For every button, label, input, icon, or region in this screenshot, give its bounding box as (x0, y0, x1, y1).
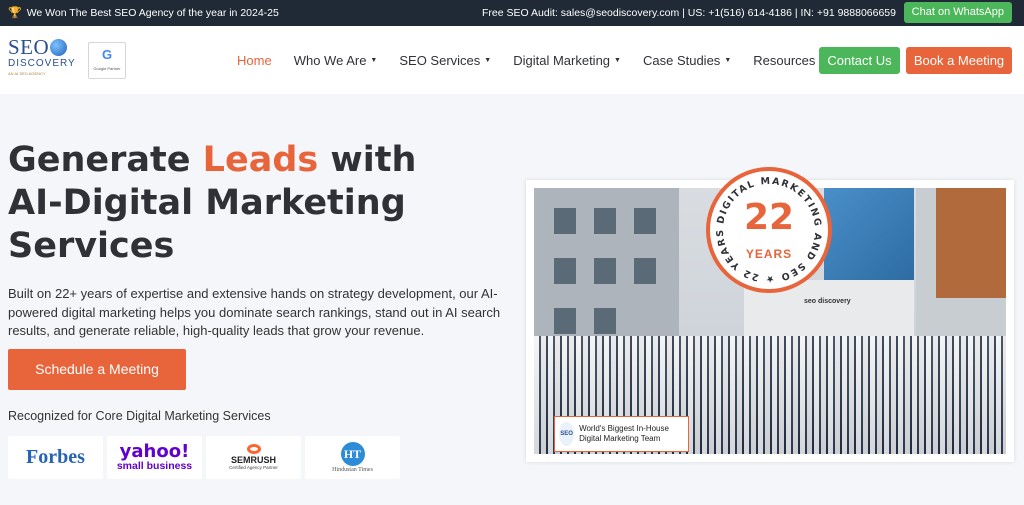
nav-item-who-we-are[interactable]: Who We Are ▼ (294, 53, 378, 68)
book-meeting-button[interactable]: Book a Meeting (906, 47, 1012, 74)
hero-title-accent: Leads (202, 140, 319, 180)
google-icon: G (101, 47, 113, 62)
nav-item-case-studies[interactable]: Case Studies ▼ (643, 53, 731, 68)
google-partner-badge[interactable]: G Google Partner (88, 42, 126, 79)
hero-title-pre: Generate (8, 140, 203, 180)
schedule-meeting-button[interactable]: Schedule a Meeting (8, 349, 186, 390)
nav-item-seo-services[interactable]: SEO Services ▼ (399, 53, 491, 68)
team-caption-card: SEO World's Biggest In-House Digital Mar… (554, 416, 689, 452)
hero-description: Built on 22+ years of expertise and exte… (8, 286, 501, 338)
nav-item-resources[interactable]: Resources▼ (753, 53, 826, 68)
caret-down-icon: ▼ (370, 57, 378, 64)
award-text: We Won The Best SEO Agency of the year i… (26, 7, 279, 19)
logo-tagline: AN AI SEO AGENCY (8, 71, 46, 76)
badge-years-label: YEARS (745, 247, 793, 261)
years-badge: DIGITAL MARKETING AND SEO ★ 22 YEARS ★ 2… (706, 167, 832, 293)
contact-us-button[interactable]: Contact Us (819, 47, 900, 74)
globe-icon (50, 38, 68, 56)
building-sign: seo discovery (804, 298, 851, 305)
contact-info[interactable]: Free SEO Audit: sales@seodiscovery.com |… (482, 7, 896, 19)
site-logo[interactable]: SEO DISCOVERY AN AI SEO AGENCY (8, 36, 76, 82)
hero-title: Generate Leads with AI-Digital Marketing… (8, 139, 478, 268)
recognition-logos: Forbes yahoo! small business SEMRUSH Cer… (8, 436, 400, 479)
main-nav: Home Who We Are ▼ SEO Services ▼ Digital M… (237, 53, 848, 68)
forbes-logo: Forbes (8, 436, 103, 479)
semrush-logo: SEMRUSH Certified Agency Partner (206, 436, 301, 479)
badge-number: 22 (743, 197, 795, 238)
caret-down-icon: ▼ (484, 57, 492, 64)
recognized-label: Recognized for Core Digital Marketing Se… (8, 409, 271, 423)
semrush-flame-icon (246, 444, 261, 454)
glass-facade (824, 188, 914, 283)
logo-text-discovery: DISCOVERY (8, 58, 76, 69)
hindustan-times-logo: HT Hindustan Times (305, 436, 400, 479)
whatsapp-chat-button[interactable]: Chat on WhatsApp (903, 2, 1012, 23)
nav-item-home[interactable]: Home (237, 53, 272, 68)
top-announcement-bar: 🏆 We Won The Best SEO Agency of the year… (0, 0, 1024, 26)
ht-emblem-icon: HT (340, 441, 365, 466)
site-header: SEO DISCOVERY AN AI SEO AGENCY G Google … (0, 26, 1024, 94)
logo-text-seo: SEO (8, 35, 50, 59)
nav-item-digital-marketing[interactable]: Digital Marketing ▼ (513, 53, 621, 68)
google-partner-label: Google Partner (93, 66, 121, 71)
building-right (916, 188, 1006, 348)
team-caption-text: World's Biggest In-House Digital Marketi… (579, 424, 669, 443)
caret-down-icon: ▼ (614, 57, 621, 64)
caret-down-icon: ▼ (724, 57, 732, 64)
yahoo-small-business-logo: yahoo! small business (107, 436, 202, 479)
award-notice: 🏆 We Won The Best SEO Agency of the year… (8, 7, 279, 19)
seo-discovery-mini-logo: SEO (559, 422, 575, 446)
trophy-icon: 🏆 (8, 6, 22, 19)
